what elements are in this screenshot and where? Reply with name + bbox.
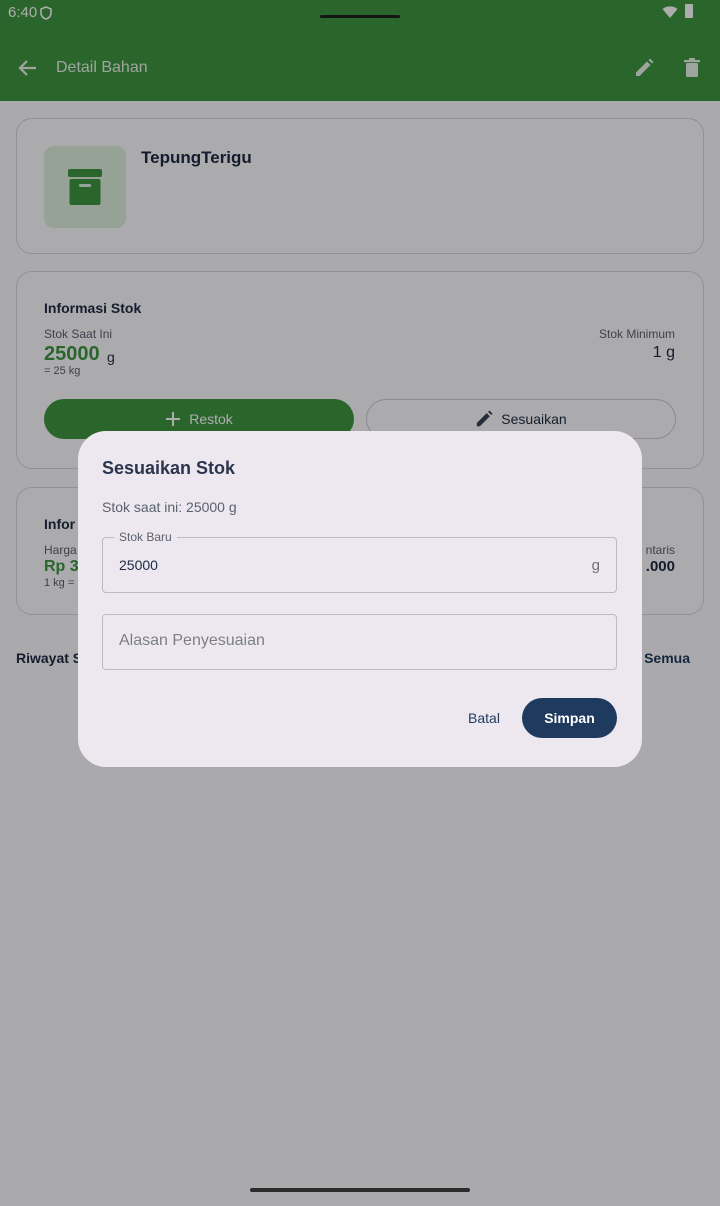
gesture-nav-handle[interactable]	[250, 1188, 470, 1192]
adjust-stock-dialog: Sesuaikan Stok Stok saat ini: 25000 g St…	[78, 431, 642, 767]
new-stock-input[interactable]: 25000	[119, 557, 158, 573]
new-stock-unit: g	[591, 557, 600, 574]
save-button[interactable]: Simpan	[522, 698, 617, 738]
new-stock-label: Stok Baru	[114, 530, 177, 544]
new-stock-field[interactable]: Stok Baru 25000 g	[102, 530, 617, 593]
reason-field[interactable]: Alasan Penyesuaian	[102, 614, 617, 670]
dialog-current-stock: Stok saat ini: 25000 g	[102, 499, 237, 515]
cancel-button[interactable]: Batal	[456, 698, 512, 738]
reason-placeholder: Alasan Penyesuaian	[119, 632, 265, 649]
dialog-title: Sesuaikan Stok	[102, 458, 236, 478]
